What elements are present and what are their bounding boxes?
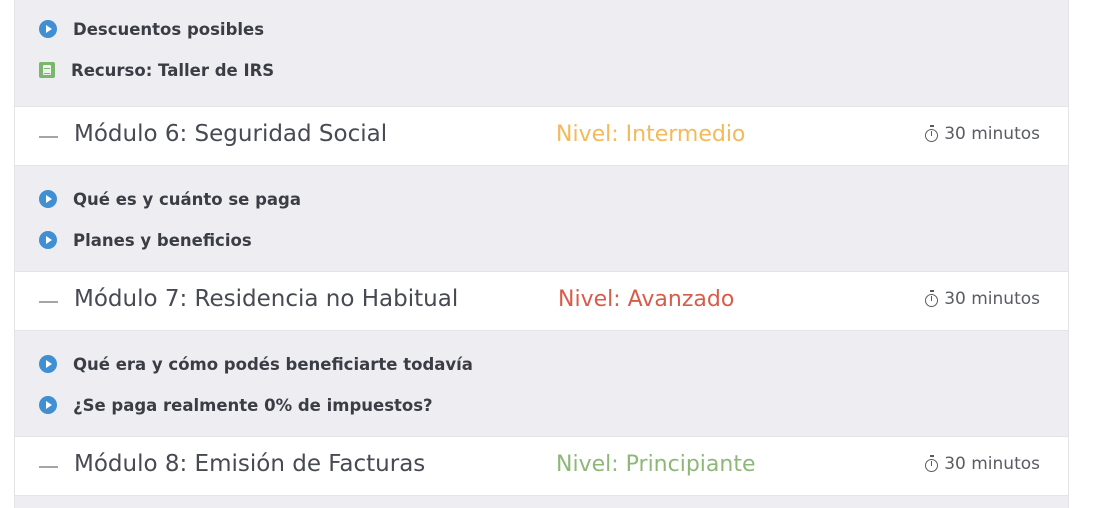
module-7-header[interactable]: Módulo 7: Residencia no Habitual Nivel: … — [15, 271, 1068, 331]
module-level: Nivel: Avanzado — [558, 287, 735, 312]
module-level: Nivel: Intermedio — [556, 122, 746, 147]
lesson-label: Descuentos posibles — [73, 19, 265, 39]
lesson-item[interactable]: Planes y beneficios — [39, 229, 252, 251]
lesson-label: Recurso: Taller de IRS — [71, 60, 275, 80]
play-icon — [39, 355, 57, 373]
collapse-icon[interactable] — [39, 466, 58, 468]
lesson-item[interactable]: Qué era y cómo podés beneficiarte todaví… — [39, 353, 473, 375]
lesson-item[interactable]: ¿Se paga realmente 0% de impuestos? — [39, 394, 433, 416]
duration-label: 30 minutos — [944, 124, 1040, 144]
play-icon — [39, 396, 57, 414]
play-icon — [39, 20, 57, 38]
stopwatch-icon — [925, 124, 939, 142]
play-icon — [39, 231, 57, 249]
module-title: Módulo 8: Emisión de Facturas — [74, 451, 426, 477]
module-title: Módulo 6: Seguridad Social — [74, 121, 388, 147]
lesson-item[interactable]: Descuentos posibles — [39, 18, 264, 40]
module-duration: 30 minutos — [925, 454, 1040, 474]
lesson-item[interactable]: Recurso: Taller de IRS — [39, 59, 274, 81]
module-title: Módulo 7: Residencia no Habitual — [74, 286, 459, 312]
module-6-lessons: Qué es y cuánto se paga Planes y benefic… — [15, 166, 1068, 272]
module-5-lessons: Descuentos posibles Recurso: Taller de I… — [15, 0, 1068, 107]
module-7-lessons: Qué era y cómo podés beneficiarte todaví… — [15, 331, 1068, 437]
lesson-item[interactable]: Qué es y cuánto se paga — [39, 188, 301, 210]
collapse-icon[interactable] — [39, 136, 58, 138]
lesson-label: Qué es y cuánto se paga — [73, 189, 301, 209]
stopwatch-icon — [925, 454, 939, 472]
lesson-label: Qué era y cómo podés beneficiarte todaví… — [73, 354, 473, 374]
module-8-lessons — [15, 496, 1068, 508]
lesson-label: Planes y beneficios — [73, 230, 252, 250]
course-curriculum: Descuentos posibles Recurso: Taller de I… — [14, 0, 1069, 508]
play-icon — [39, 190, 57, 208]
module-duration: 30 minutos — [925, 124, 1040, 144]
stopwatch-icon — [925, 289, 939, 307]
duration-label: 30 minutos — [944, 454, 1040, 474]
lesson-label: ¿Se paga realmente 0% de impuestos? — [73, 395, 433, 415]
module-8-header[interactable]: Módulo 8: Emisión de Facturas Nivel: Pri… — [15, 436, 1068, 496]
module-6-header[interactable]: Módulo 6: Seguridad Social Nivel: Interm… — [15, 106, 1068, 166]
duration-label: 30 minutos — [944, 289, 1040, 309]
collapse-icon[interactable] — [39, 301, 58, 303]
document-icon — [39, 62, 55, 78]
module-level: Nivel: Principiante — [556, 452, 756, 477]
module-duration: 30 minutos — [925, 289, 1040, 309]
